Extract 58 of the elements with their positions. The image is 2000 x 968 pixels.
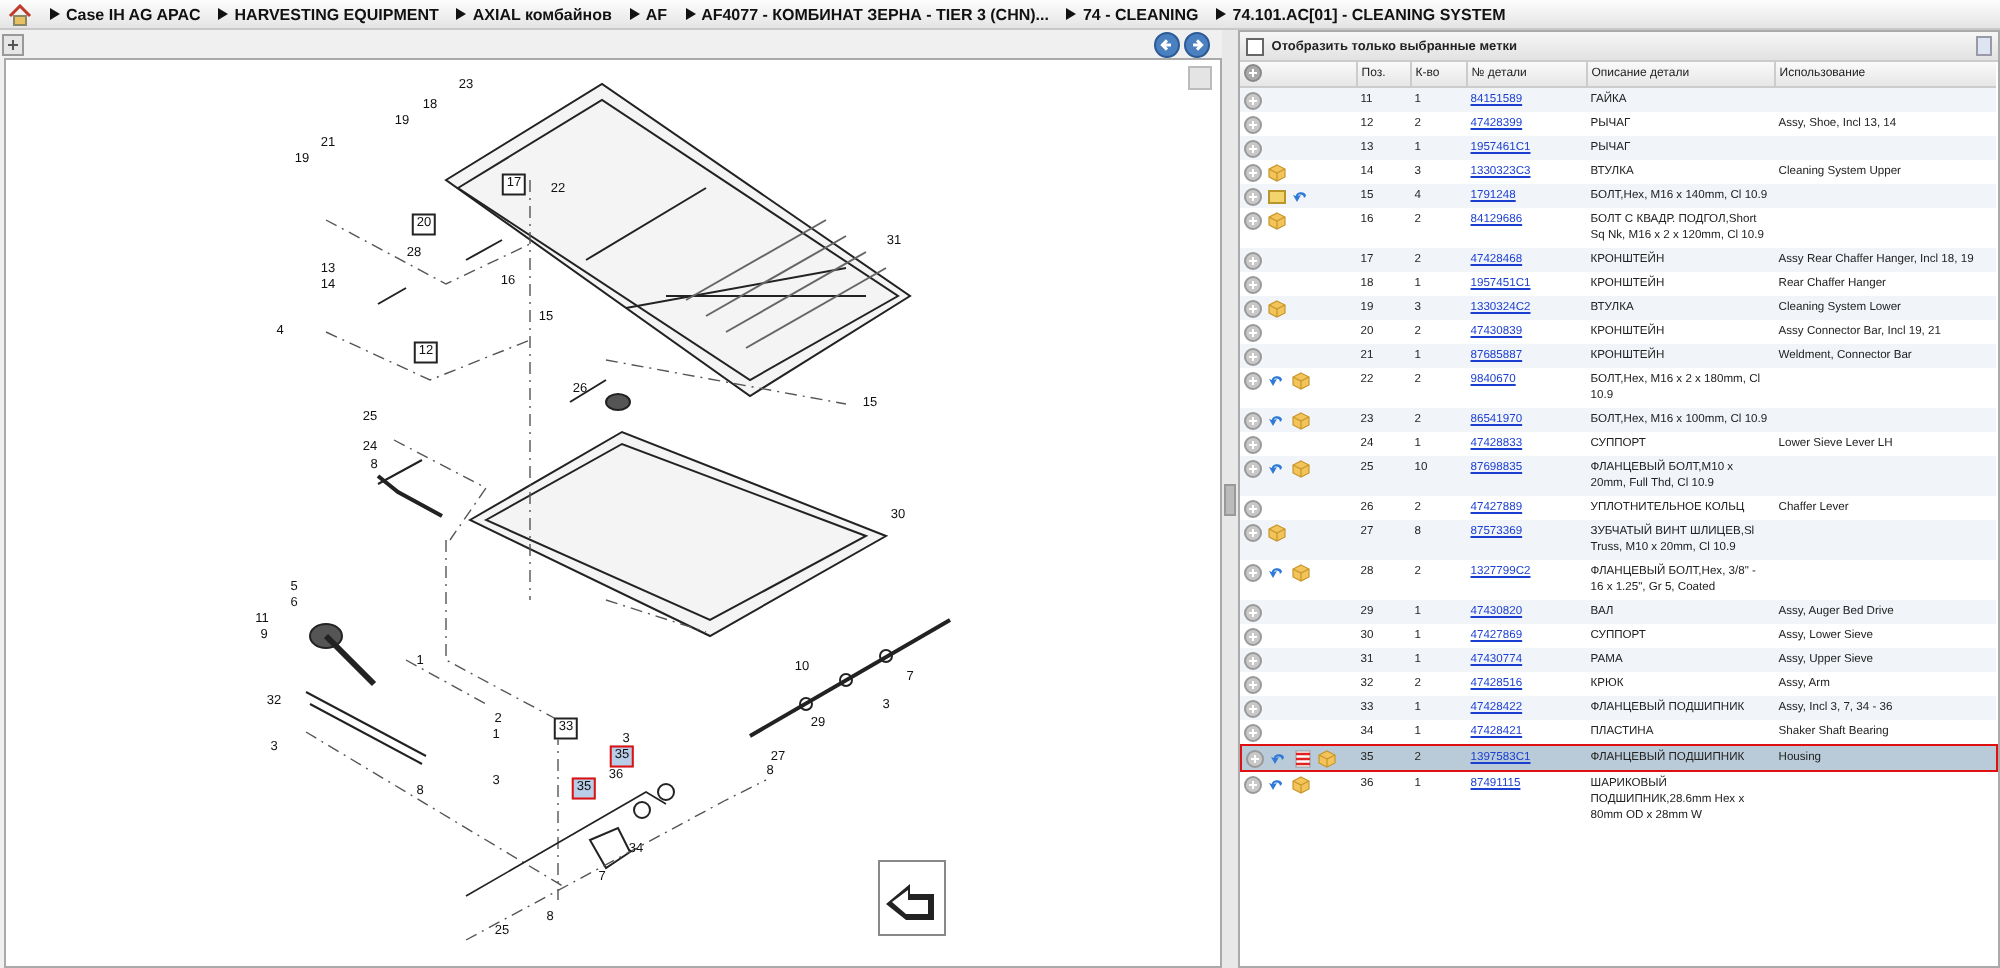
add-icon[interactable]: [1244, 91, 1263, 109]
box-icon[interactable]: [1268, 299, 1287, 317]
add-icon[interactable]: [1244, 603, 1263, 621]
box-icon[interactable]: [1292, 459, 1311, 477]
triangle-icon: [1216, 8, 1227, 20]
add-icon[interactable]: [1244, 699, 1263, 717]
add-icon[interactable]: [1244, 723, 1263, 741]
add-icon[interactable]: [1244, 251, 1263, 269]
triangle-icon: [685, 8, 696, 20]
add-icon[interactable]: [1244, 347, 1263, 365]
add-icon[interactable]: [1244, 299, 1263, 317]
home-icon[interactable]: [8, 3, 32, 25]
add-icon[interactable]: [1244, 523, 1263, 541]
add-icon[interactable]: [1244, 675, 1263, 693]
add-icon[interactable]: [1244, 459, 1263, 477]
add-icon[interactable]: [1244, 187, 1263, 205]
list-icon[interactable]: [1293, 749, 1312, 767]
add-icon[interactable]: [1244, 163, 1263, 181]
triangle-icon: [218, 8, 229, 20]
box-icon[interactable]: [1268, 523, 1287, 541]
box-icon[interactable]: [1292, 371, 1311, 389]
box-icon[interactable]: [1268, 211, 1287, 229]
box-icon[interactable]: [1292, 411, 1311, 429]
box-icon[interactable]: [1268, 163, 1287, 181]
splitter-handle[interactable]: [1223, 483, 1236, 515]
add-icon[interactable]: [1244, 499, 1263, 517]
add-icon[interactable]: [1244, 435, 1263, 453]
add-icon[interactable]: [1244, 139, 1263, 157]
add-icon[interactable]: [1244, 115, 1263, 133]
breadcrumb-link[interactable]: HARVESTING EQUIPMENT: [234, 5, 439, 23]
fit-button[interactable]: [1187, 66, 1212, 90]
breadcrumb-link[interactable]: AXIAL комбайнов: [472, 5, 612, 23]
add-icon[interactable]: [1244, 651, 1263, 669]
add-icon[interactable]: [1244, 63, 1263, 81]
box-icon[interactable]: [1292, 563, 1311, 581]
breadcrumb-link[interactable]: AF: [645, 5, 668, 23]
add-icon[interactable]: [1244, 371, 1263, 389]
triangle-icon: [1066, 8, 1077, 20]
triangle-icon: [50, 8, 60, 20]
back-icon[interactable]: [1153, 31, 1180, 57]
forward-icon[interactable]: [1183, 31, 1210, 57]
breadcrumb-link[interactable]: AF4077 - КОМБИНАТ ЗЕРНА - TIER 3 (CHN)...: [701, 5, 1049, 23]
add-icon[interactable]: [1244, 323, 1263, 341]
triangle-icon: [456, 8, 467, 20]
breadcrumb-link[interactable]: 74 - CLEANING: [1082, 5, 1199, 23]
add-icon[interactable]: [1244, 411, 1263, 429]
triangle-icon: [629, 8, 640, 20]
note-icon[interactable]: [1268, 187, 1287, 205]
add-icon[interactable]: [1244, 627, 1263, 645]
breadcrumb-link[interactable]: 74.101.AC[01] - CLEANING SYSTEM: [1232, 5, 1506, 23]
add-icon[interactable]: [1244, 775, 1263, 793]
box-icon[interactable]: [1292, 775, 1311, 793]
add-icon[interactable]: [1244, 211, 1263, 229]
add-icon[interactable]: [1244, 563, 1263, 581]
add-icon[interactable]: [1244, 275, 1263, 293]
add-icon[interactable]: [1245, 749, 1264, 767]
checkbox[interactable]: [1245, 37, 1264, 55]
breadcrumb-link[interactable]: Case IH AG APAC: [66, 5, 201, 23]
